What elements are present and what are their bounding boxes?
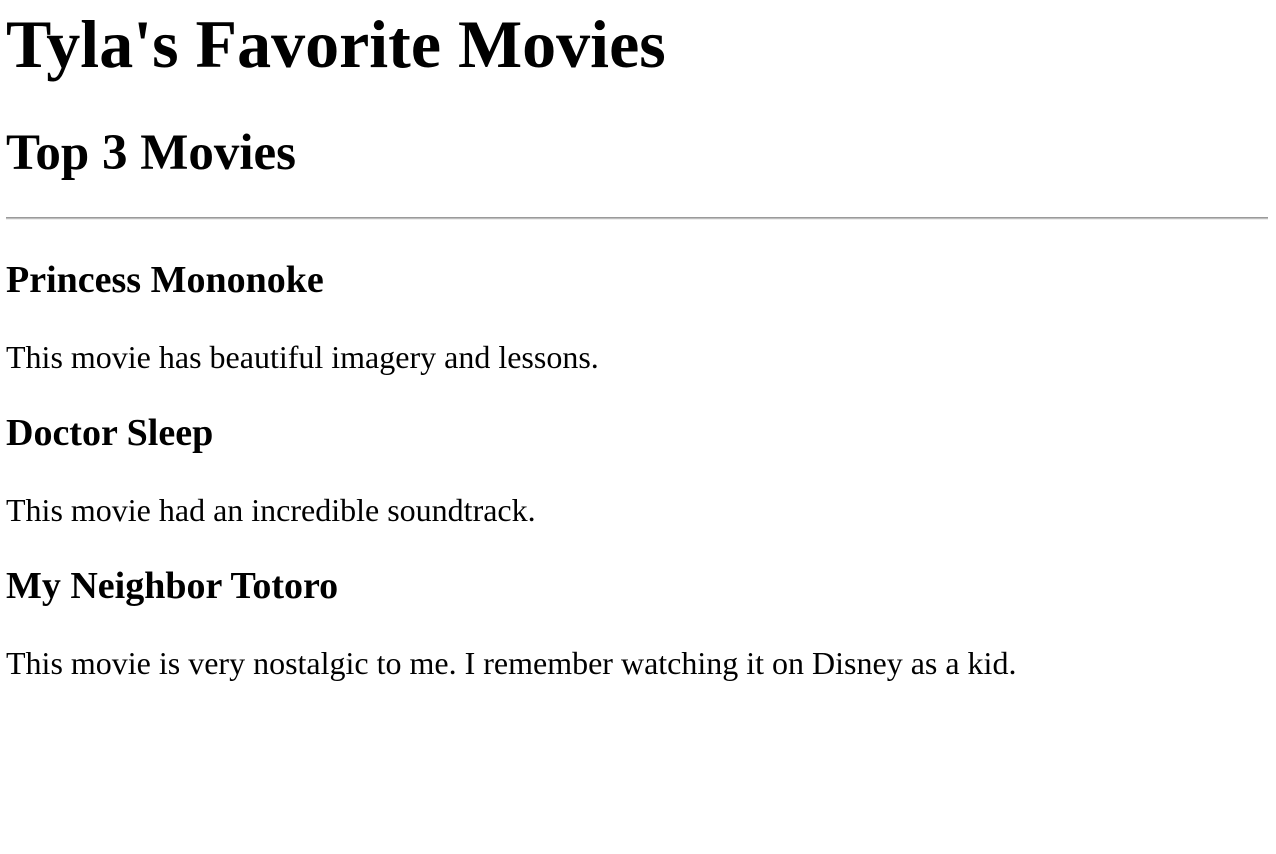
page-content: Tyla's Favorite Movies Top 3 Movies Prin… — [0, 0, 1276, 679]
movie-description: This movie had an incredible soundtrack. — [6, 492, 536, 528]
movie-description: This movie is very nostalgic to me. I re… — [6, 645, 1017, 681]
movie-item: Princess Mononoke This movie has beautif… — [6, 261, 1268, 373]
horizontal-divider — [6, 217, 1268, 220]
movie-title: My Neighbor Totoro — [6, 565, 339, 607]
movie-item: My Neighbor Totoro This movie is very no… — [6, 567, 1268, 679]
movie-title: Doctor Sleep — [6, 412, 214, 454]
movie-description: This movie has beautiful imagery and les… — [6, 339, 599, 375]
movie-item: Doctor Sleep This movie had an incredibl… — [6, 414, 1268, 526]
page-title: Tyla's Favorite Movies — [6, 6, 666, 82]
page-subtitle: Top 3 Movies — [6, 125, 296, 181]
movie-title: Princess Mononoke — [6, 259, 324, 301]
movie-list: Princess Mononoke This movie has beautif… — [6, 261, 1268, 679]
